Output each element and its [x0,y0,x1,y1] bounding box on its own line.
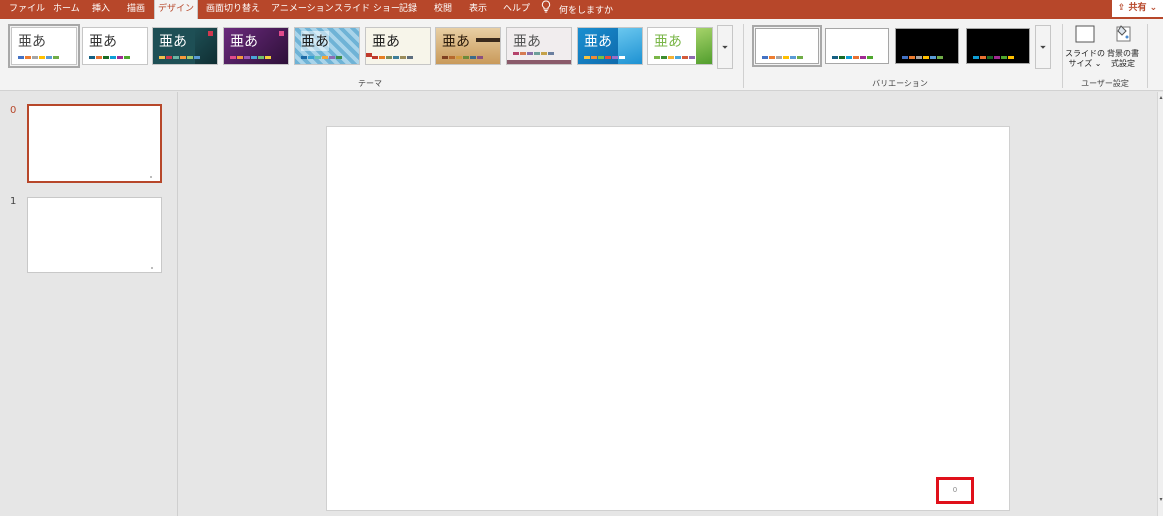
theme-office-2[interactable]: 亜あ [82,27,148,65]
theme-pattern[interactable]: 亜あ [294,27,360,65]
slide-size-label-2: サイズ ⌄ [1068,59,1102,68]
lightbulb-icon [541,0,551,21]
theme-blue[interactable]: 亜あ [577,27,643,65]
theme-decoration [476,38,500,42]
tab-slideshow[interactable]: スライド ショー [334,0,400,19]
slide-number-placeholder[interactable]: 0 [939,486,971,494]
share-button[interactable]: ⇪ 共有 ⌄ [1112,0,1163,17]
thumbnail-number: 1 [10,196,17,207]
theme-glyph: 亜あ [301,31,329,51]
theme-glyph: 亜あ [584,34,612,50]
group-separator [1147,24,1148,88]
variant-swatches [762,56,803,59]
tab-record[interactable]: 記録 [399,0,417,19]
variants-more-button[interactable]: ⏷ [1035,25,1051,69]
tab-view[interactable]: 表示 [469,0,487,19]
tab-insert[interactable]: 挿入 [92,0,110,19]
theme-decoration [507,60,571,64]
theme-decoration [195,28,217,64]
customize-group-label: ユーザー設定 [1081,79,1129,88]
format-background-label-2: 式設定 [1111,59,1135,68]
slide-canvas[interactable]: 0 [326,126,1010,511]
variants-group-label: バリエーション [872,79,928,88]
group-separator [1062,24,1063,88]
theme-decoration [618,28,642,64]
theme-green[interactable]: 亜あ [647,27,713,65]
theme-swatches [584,56,625,59]
slide-number-highlight[interactable]: 0 [936,477,974,504]
slide-thumbnail-1[interactable] [27,197,162,273]
variant-swatches [832,56,873,59]
thumbnail-slide-number-mark [150,176,152,178]
themes-more-button[interactable]: ⏷ [717,25,733,69]
tab-file[interactable]: ファイル [9,0,45,19]
slide-editing-area: 0 [179,92,1157,516]
theme-glyph: 亜あ [230,34,258,50]
theme-glyph: 亜あ [18,34,46,50]
ribbon-tab-bar: ファイル ホーム 挿入 描画 デザイン 画面切り替え アニメーション スライド … [0,0,1163,19]
scroll-up-icon[interactable]: ▴ [1158,94,1163,102]
group-separator [743,24,744,88]
theme-decoration [696,28,712,64]
theme-glyph: 亜あ [654,34,682,50]
themes-group-label: テーマ [358,79,382,88]
tab-transitions[interactable]: 画面切り替え [206,0,260,19]
theme-glyph: 亜あ [159,34,187,50]
theme-swatches [301,56,342,59]
tab-home[interactable]: ホーム [53,0,80,19]
tell-me-label: 何をしますか [559,6,614,16]
share-icon: ⇪ [1117,3,1126,13]
share-label: 共有 [1128,3,1147,13]
slide-thumbnail-0[interactable] [27,104,162,183]
theme-glyph: 亜あ [89,34,117,50]
gallery-more-icon: ⏷ [721,43,729,52]
theme-swatches [654,56,695,59]
variant-white-2[interactable] [825,28,889,64]
thumbnail-number: 0 [10,105,17,116]
theme-glyph: 亜あ [372,34,400,50]
tab-design[interactable]: デザイン [154,0,198,19]
theme-cream[interactable]: 亜あ [365,27,431,65]
format-background-button[interactable]: 背景の書 式設定 [1103,24,1143,78]
theme-swatches [18,56,59,59]
variant-white-1[interactable] [752,25,822,67]
slide-thumbnails-pane: 0 1 [0,92,178,516]
theme-swatches [89,56,130,59]
design-ribbon: 亜あ 亜あ 亜あ 亜あ 亜あ 亜あ 亜あ 亜あ 亜あ 亜あ ⏷ テーマ ⏷ バリ… [0,19,1163,91]
tab-animations[interactable]: アニメーション [271,0,334,19]
chevron-down-icon: ⌄ [1149,3,1158,13]
thumbnail-slide-number-mark [151,267,153,269]
gallery-more-icon: ⏷ [1039,43,1047,52]
tab-help[interactable]: ヘルプ [503,0,530,19]
theme-swatches [372,56,413,59]
slide-size-icon [1074,25,1096,46]
theme-swatches [442,56,483,59]
theme-swatches [513,52,554,55]
theme-teal[interactable]: 亜あ [152,27,218,65]
format-background-icon [1112,25,1134,46]
theme-wood[interactable]: 亜あ [435,27,501,65]
vertical-scrollbar[interactable]: ▴ ▾ [1157,92,1163,516]
theme-office[interactable]: 亜あ [8,24,80,68]
tab-review[interactable]: 校閲 [434,0,452,19]
scroll-down-icon[interactable]: ▾ [1158,496,1163,504]
theme-purple[interactable]: 亜あ [223,27,289,65]
theme-swatches [230,56,271,59]
variant-black-1[interactable] [895,28,959,64]
theme-decoration [279,31,284,36]
tab-draw[interactable]: 描画 [127,0,145,19]
theme-swatches [159,56,200,59]
format-background-label-1: 背景の書 [1107,49,1139,58]
theme-rose[interactable]: 亜あ [506,27,572,65]
slide-size-button[interactable]: スライドの サイズ ⌄ [1065,24,1105,78]
slide-size-label-1: スライドの [1065,49,1105,58]
theme-glyph: 亜あ [442,34,470,50]
variant-swatches [973,56,1014,59]
theme-decoration [208,31,213,36]
variant-swatches [902,56,943,59]
variant-black-2[interactable] [966,28,1030,64]
theme-glyph: 亜あ [513,34,541,50]
tell-me-search[interactable]: 何をしますか [541,0,613,19]
